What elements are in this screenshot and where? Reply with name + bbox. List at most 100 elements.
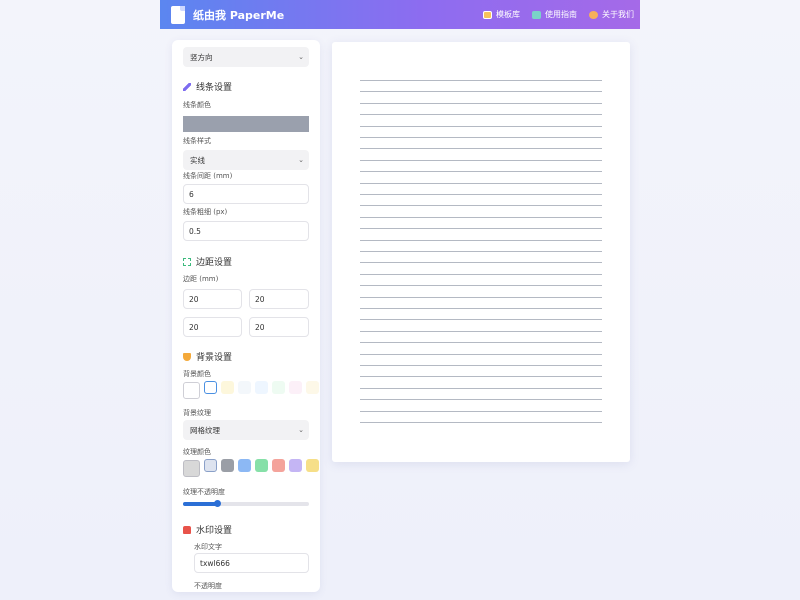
paper-preview (332, 42, 630, 462)
chevron-down-icon: ⌄ (298, 53, 304, 61)
line-color-label: 线条颜色 (183, 101, 211, 109)
ruled-line (360, 273, 602, 275)
texture-color-swatch[interactable] (289, 459, 302, 472)
nav-label: 关于我们 (602, 10, 634, 19)
background-color-swatch[interactable] (289, 381, 302, 394)
line-style-select[interactable]: 实线 ⌄ (183, 150, 309, 170)
nav-label: 模板库 (496, 10, 520, 19)
ruled-line (360, 296, 602, 298)
ruled-line (360, 216, 602, 218)
margin-right-input[interactable]: 20 (249, 289, 309, 309)
margin-left-input[interactable]: 20 (249, 317, 309, 337)
texture-opacity-slider[interactable] (183, 500, 309, 507)
texture-opacity-label: 纹理不透明度 (183, 488, 225, 496)
ruled-line (360, 365, 602, 366)
ruled-line (360, 125, 602, 127)
ruled-line (360, 114, 602, 116)
select-value: 网格纹理 (190, 425, 220, 435)
top-header: 纸由我 PaperMe 模板库 使用指南 关于我们 (160, 0, 640, 29)
texture-color-swatch[interactable] (255, 459, 268, 472)
line-width-label: 线条粗细 (px) (183, 208, 228, 216)
ruled-line (360, 251, 602, 252)
texture-color-swatch[interactable] (204, 459, 217, 472)
watermark-text-label: 水印文字 (194, 543, 222, 551)
background-color-label: 背景颜色 (183, 370, 211, 378)
ruled-line (360, 239, 602, 241)
section-title-text: 线条设置 (196, 83, 233, 93)
ruled-line (360, 205, 602, 207)
select-value: 实线 (190, 155, 205, 165)
ruled-line (360, 102, 602, 104)
top-nav: 模板库 使用指南 关于我们 (483, 9, 634, 20)
ruled-line (360, 171, 602, 173)
slider-thumb[interactable] (213, 500, 221, 507)
margin-settings-title: 边距设置 (183, 255, 232, 268)
ruled-line (360, 228, 602, 230)
background-color-swatch[interactable] (204, 381, 217, 394)
watermark-opacity-label: 不透明度 (194, 582, 222, 590)
line-color-picker[interactable] (183, 116, 309, 132)
watermark-settings-title: 水印设置 (183, 523, 232, 536)
chevron-down-icon: ⌄ (298, 426, 304, 434)
ruled-line (360, 330, 602, 332)
texture-color-swatch[interactable] (221, 459, 234, 472)
section-title-text: 边距设置 (196, 258, 233, 268)
texture-color-swatch[interactable] (238, 459, 251, 472)
margin-bottom-input[interactable]: 20 (183, 317, 242, 337)
texture-color-label: 纹理颜色 (183, 448, 211, 456)
ruled-line (360, 410, 602, 412)
nav-about-us[interactable]: 关于我们 (589, 9, 634, 20)
background-texture-select[interactable]: 网格纹理 ⌄ (183, 420, 309, 440)
paper-direction-select[interactable]: 竖方向 ⌄ (183, 47, 309, 67)
section-title-text: 背景设置 (196, 353, 233, 363)
ruled-line (360, 262, 602, 264)
background-color-swatch[interactable] (272, 381, 285, 394)
ruled-line (360, 137, 602, 138)
guide-book-icon (532, 10, 541, 19)
stamp-icon (183, 525, 191, 534)
ruled-line (360, 80, 602, 81)
section-title-text: 水印设置 (196, 526, 233, 536)
ruled-line (360, 342, 602, 344)
margin-frame-icon (183, 257, 191, 266)
line-settings-title: 线条设置 (183, 80, 232, 93)
background-color-swatch[interactable] (238, 381, 251, 394)
ruled-line (360, 91, 602, 93)
line-spacing-label: 线条间距 (mm) (183, 172, 233, 180)
ruled-line (360, 399, 602, 401)
ruled-line (360, 376, 602, 378)
background-color-swatch[interactable] (183, 382, 200, 399)
texture-color-swatch[interactable] (306, 459, 319, 472)
app-logo-text[interactable]: 纸由我 PaperMe (193, 7, 284, 23)
margin-label: 边距 (mm) (183, 275, 219, 283)
slider-fill (183, 502, 218, 506)
texture-color-swatch[interactable] (272, 459, 285, 472)
ruled-line (360, 387, 602, 389)
people-icon (589, 10, 598, 19)
nav-template-library[interactable]: 模板库 (483, 9, 520, 20)
background-color-swatch[interactable] (306, 381, 319, 394)
margin-top-input[interactable]: 20 (183, 289, 242, 309)
nav-user-guide[interactable]: 使用指南 (532, 9, 577, 20)
line-width-input[interactable]: 0.5 (183, 221, 309, 241)
ruled-line (360, 148, 602, 150)
line-spacing-input[interactable]: 6 (183, 184, 309, 204)
paint-bucket-icon (183, 352, 191, 361)
watermark-text-input[interactable]: txwl666 (194, 553, 309, 573)
select-value: 竖方向 (190, 52, 213, 62)
settings-sidebar: 竖方向 ⌄ 线条设置 线条颜色 线条样式 实线 ⌄ 线条间距 (mm) 6 线条… (172, 40, 320, 592)
chevron-down-icon: ⌄ (298, 156, 304, 164)
background-settings-title: 背景设置 (183, 350, 232, 363)
template-book-icon (483, 10, 492, 19)
background-color-swatch[interactable] (221, 381, 234, 394)
background-color-swatch[interactable] (255, 381, 268, 394)
ruled-line (360, 285, 602, 287)
background-texture-label: 背景纹理 (183, 409, 211, 417)
ruled-line (360, 194, 602, 195)
ruled-line (360, 353, 602, 355)
ruled-line (360, 319, 602, 321)
ruled-line (360, 308, 602, 309)
nav-label: 使用指南 (545, 10, 577, 19)
ruled-line (360, 182, 602, 184)
texture-color-swatch[interactable] (183, 460, 200, 477)
